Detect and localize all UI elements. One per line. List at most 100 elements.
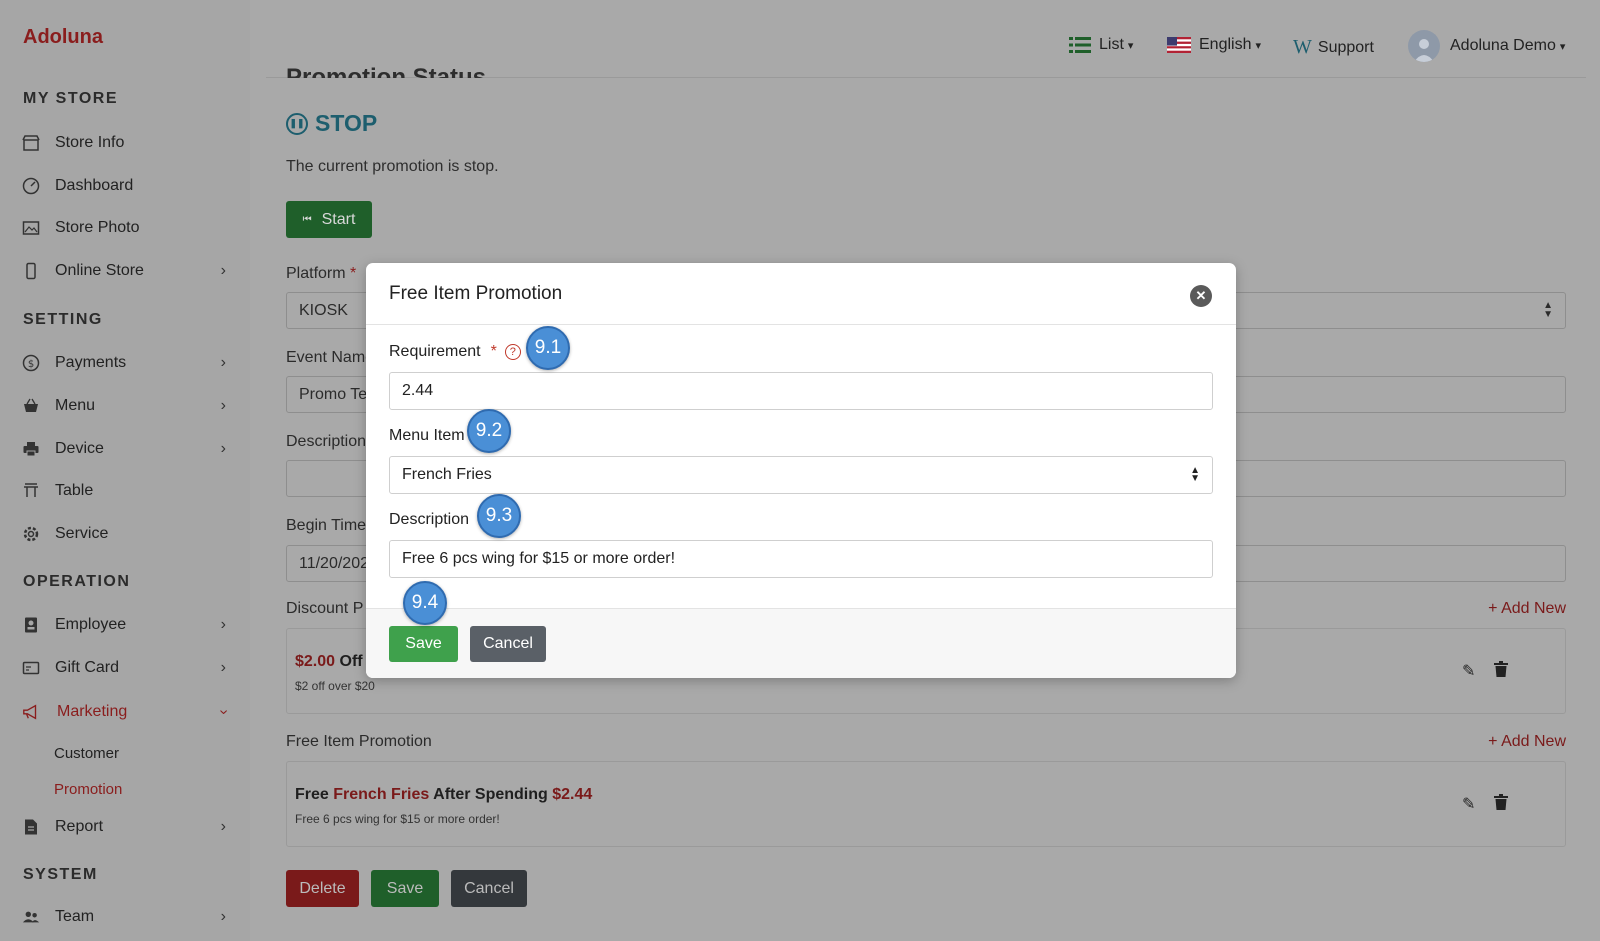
start-button[interactable]: ⏮ Start [286,201,372,238]
chevron-right-icon: › [220,397,226,414]
dollar-icon: $ [22,354,40,372]
gear-icon [22,525,40,543]
sidebar-item-store-info[interactable]: Store Info [22,127,226,159]
chevron-right-icon: › [220,659,226,676]
sidebar-item-label: Team [55,908,95,925]
brand-logo[interactable]: Adoluna [23,26,103,49]
modal-description-label: Description [389,511,470,528]
trash-icon[interactable] [1494,661,1508,682]
edit-icon[interactable]: ✎ [1462,794,1475,814]
trash-icon[interactable] [1494,794,1508,815]
event-name-label: Event Name [286,349,375,366]
chevron-right-icon: › [220,616,226,633]
basket-icon [22,397,40,415]
pause-icon: ❚❚ [286,112,308,135]
store-icon [22,134,40,152]
select-arrow-icon: ▲ ▼ [1543,300,1553,320]
section-title: Promotion Status [286,64,487,78]
sidebar-item-dashboard[interactable]: Dashboard [22,170,226,202]
sidebar-item-employee[interactable]: Employee › [22,609,226,641]
section-system: SYSTEM [23,866,98,883]
sidebar-item-table[interactable]: Table [22,475,226,507]
sidebar-item-store-photo[interactable]: Store Photo [22,212,226,244]
chevron-right-icon: › [220,908,226,925]
add-free-item-link[interactable]: + Add New [1488,733,1566,751]
language-label: English [1199,36,1252,53]
sidebar-item-label: Gift Card [55,659,120,676]
help-icon[interactable]: ? [504,344,521,360]
section-setting: SETTING [23,311,103,328]
discount-label: Discount P [286,600,364,617]
printer-icon [22,440,40,458]
megaphone-icon [22,703,40,721]
view-switcher[interactable]: List ▾ [1069,36,1133,54]
modal-cancel-button[interactable]: Cancel [470,626,546,662]
sidebar-item-menu[interactable]: Menu › [22,390,226,422]
sidebar-item-label: Service [55,525,109,542]
sidebar-item-payments[interactable]: $ Payments › [22,347,226,379]
requirement-label: Requirement * ? [389,343,521,361]
dashboard-icon [22,177,40,195]
free-item-card: Free French Fries After Spending $2.44 F… [286,761,1566,847]
sidebar-item-label: Store Info [55,134,125,151]
chevron-right-icon: › [220,818,226,835]
sidebar-item-service[interactable]: Service [22,518,226,550]
sidebar-item-label: Payments [55,354,127,371]
section-my-store: MY STORE [23,90,118,107]
save-button[interactable]: Save [371,870,439,907]
table-icon [22,482,40,500]
sidebar-item-label: Menu [55,397,96,414]
team-icon [22,908,40,926]
menu-item-label: Menu Item [389,427,465,444]
avatar [1408,30,1440,62]
status-text: STOP [315,110,378,136]
card-icon [22,659,40,677]
description-label: Description [286,433,367,450]
delete-button[interactable]: Delete [286,870,359,907]
modal-description-input[interactable]: Free 6 pcs wing for $15 or more order! [389,540,1213,578]
free-item-modal: Free Item Promotion ✕ Requirement * ? 2.… [366,263,1236,678]
list-icon [1069,36,1091,54]
user-menu[interactable]: Adoluna Demo ▾ [1408,30,1565,62]
chevron-right-icon: › [220,262,226,279]
sidebar-item-label: Dashboard [55,177,134,194]
select-arrow-icon: ▲ ▼ [1190,465,1200,484]
free-item-label: Free Item Promotion [286,733,432,750]
add-discount-link[interactable]: + Add New [1488,600,1566,618]
menu-item-select[interactable]: French Fries ▲ ▼ [389,456,1213,494]
sidebar-sub-promotion[interactable]: Promotion [54,781,122,798]
wordpress-icon: W [1293,36,1312,58]
support-label: Support [1317,38,1374,56]
modal-save-button[interactable]: Save [389,626,458,662]
sidebar-item-label: Employee [55,616,127,633]
sidebar-item-label: Device [55,440,104,457]
photo-icon [22,219,40,237]
svg-text:$: $ [28,359,34,370]
chevron-down-icon: › [215,709,233,715]
chevron-right-icon: › [220,354,226,371]
support-link[interactable]: W Support [1293,36,1374,59]
edit-icon[interactable]: ✎ [1462,661,1475,681]
requirement-input[interactable]: 2.44 [389,372,1213,410]
language-switcher[interactable]: English ▾ [1167,36,1261,54]
sidebar-item-device[interactable]: Device › [22,433,226,465]
modal-header: Free Item Promotion ✕ [366,263,1236,325]
sidebar-item-marketing[interactable]: Marketing › [22,696,232,728]
sidebar-item-gift-card[interactable]: Gift Card › [22,652,226,684]
sidebar-item-label: Store Photo [55,219,140,236]
user-name: Adoluna Demo [1450,37,1556,54]
sidebar: Adoluna MY STORE Store Info Dashboard St… [0,0,250,941]
platform-label: Platform * [286,265,357,282]
badge-icon [22,616,40,634]
sidebar-item-online-store[interactable]: Online Store › [22,255,226,287]
sidebar-item-report[interactable]: Report › [22,811,226,843]
sidebar-item-team[interactable]: Team › [22,901,226,933]
step-badge: 9.1 [526,326,570,370]
chevron-down-icon: ▾ [1127,39,1134,52]
chevron-down-icon: ▾ [1559,40,1566,53]
close-icon[interactable]: ✕ [1190,285,1212,307]
sidebar-sub-customer[interactable]: Customer [54,745,119,762]
cancel-button[interactable]: Cancel [451,870,527,907]
step-badge: 9.2 [467,409,511,453]
step-badge: 9.4 [403,581,447,625]
